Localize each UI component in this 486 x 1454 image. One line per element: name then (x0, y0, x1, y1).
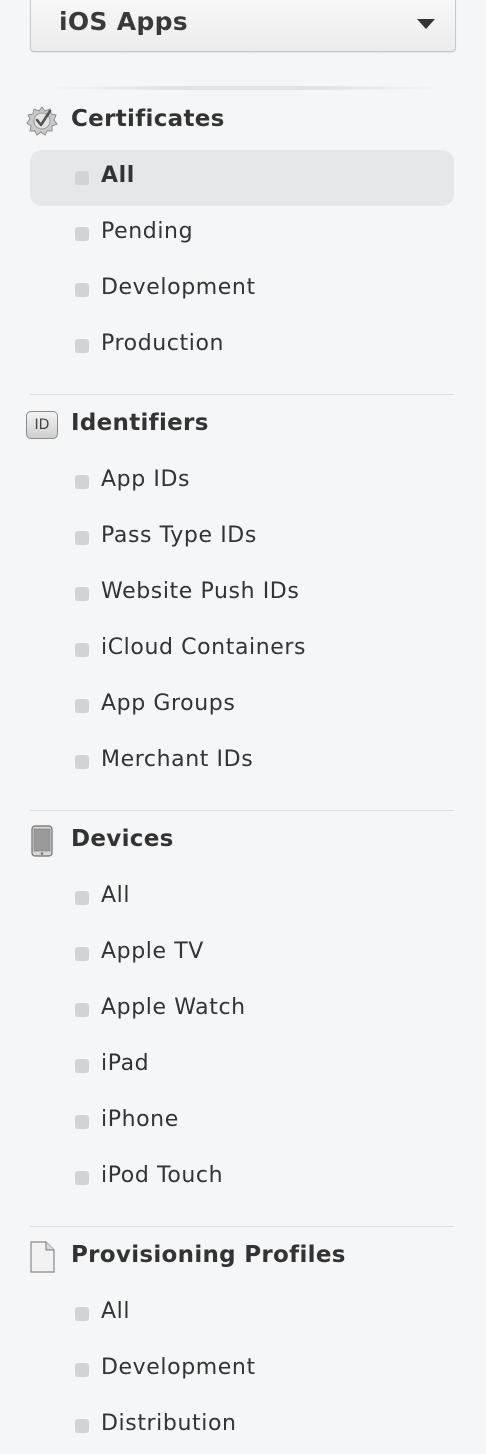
bullet-icon (75, 171, 89, 185)
bullet-icon (75, 755, 89, 769)
devices-item-apple-tv[interactable]: Apple TV (30, 926, 454, 982)
devices-item-apple-watch[interactable]: Apple Watch (30, 982, 454, 1038)
devices-item-ipod-touch[interactable]: iPod Touch (30, 1150, 454, 1206)
certificates-item-production-label: Production (101, 331, 225, 356)
certificates-item-development-label: Development (101, 275, 256, 300)
provisioning-profiles-item-development-label: Development (101, 1355, 256, 1380)
certificates-item-pending-label: Pending (101, 219, 194, 244)
identifiers-item-icloud-containers-label: iCloud Containers (101, 635, 307, 660)
section-header-provisioning-profiles: Provisioning Profiles (0, 1237, 486, 1277)
certificates-item-all-label: All (101, 163, 135, 188)
identifiers-item-app-ids[interactable]: App IDs (30, 454, 454, 510)
section-divider (30, 1226, 454, 1227)
devices-item-iphone[interactable]: iPhone (30, 1094, 454, 1150)
document-icon (26, 1241, 58, 1273)
devices-item-all[interactable]: All (30, 870, 454, 926)
platform-dropdown[interactable]: iOS Apps (30, 0, 456, 52)
bullet-icon (75, 1003, 89, 1017)
identifiers-item-merchant-ids[interactable]: Merchant IDs (30, 734, 454, 790)
identifiers-item-website-push-ids[interactable]: Website Push IDs (30, 566, 454, 622)
section-title-certificates: Certificates (71, 106, 225, 132)
section-title-provisioning-profiles: Provisioning Profiles (71, 1242, 346, 1268)
bullet-icon (75, 643, 89, 657)
certificate-badge-icon (26, 105, 58, 137)
devices-item-all-label: All (101, 883, 131, 908)
bullet-icon (75, 1307, 89, 1321)
provisioning-profiles-item-distribution-label: Distribution (101, 1411, 237, 1436)
identifiers-item-pass-type-ids-label: Pass Type IDs (101, 523, 257, 548)
section-divider (30, 810, 454, 811)
device-icon (26, 825, 58, 857)
provisioning-profiles-item-distribution[interactable]: Distribution (30, 1398, 454, 1454)
id-badge-icon: ID (26, 409, 58, 441)
bullet-icon (75, 947, 89, 961)
bullet-icon (75, 891, 89, 905)
bullet-icon (75, 339, 89, 353)
bullet-icon (75, 227, 89, 241)
platform-dropdown-label: iOS Apps (59, 7, 188, 36)
devices-item-iphone-label: iPhone (101, 1107, 179, 1132)
identifiers-item-app-ids-label: App IDs (101, 467, 191, 492)
id-badge-text: ID (26, 411, 58, 439)
bullet-icon (75, 587, 89, 601)
dropdown-shadow (40, 86, 450, 90)
bullet-icon (75, 531, 89, 545)
devices-item-ipad-label: iPad (101, 1051, 150, 1076)
provisioning-profiles-item-all-label: All (101, 1299, 131, 1324)
bullet-icon (75, 475, 89, 489)
bullet-icon (75, 1115, 89, 1129)
certificates-item-all[interactable]: All (30, 150, 454, 206)
section-title-devices: Devices (71, 826, 174, 852)
identifiers-item-pass-type-ids[interactable]: Pass Type IDs (30, 510, 454, 566)
certificates-item-production[interactable]: Production (30, 318, 454, 374)
section-header-devices: Devices (0, 821, 486, 861)
section-header-identifiers: ID Identifiers (0, 405, 486, 445)
section-header-certificates: Certificates (0, 101, 486, 141)
provisioning-profiles-item-development[interactable]: Development (30, 1342, 454, 1398)
bullet-icon (75, 1171, 89, 1185)
identifiers-item-app-groups-label: App Groups (101, 691, 236, 716)
chevron-down-icon (417, 19, 435, 29)
section-divider (30, 394, 454, 395)
devices-item-apple-tv-label: Apple TV (101, 939, 204, 964)
bullet-icon (75, 1059, 89, 1073)
bullet-icon (75, 1419, 89, 1433)
certificates-item-development[interactable]: Development (30, 262, 454, 318)
identifiers-item-website-push-ids-label: Website Push IDs (101, 579, 300, 604)
devices-item-apple-watch-label: Apple Watch (101, 995, 246, 1020)
bullet-icon (75, 283, 89, 297)
provisioning-profiles-item-all[interactable]: All (30, 1286, 454, 1342)
bullet-icon (75, 1363, 89, 1377)
section-title-identifiers: Identifiers (71, 410, 209, 436)
identifiers-item-icloud-containers[interactable]: iCloud Containers (30, 622, 454, 678)
devices-item-ipod-touch-label: iPod Touch (101, 1163, 224, 1188)
identifiers-item-app-groups[interactable]: App Groups (30, 678, 454, 734)
bullet-icon (75, 699, 89, 713)
certificates-item-pending[interactable]: Pending (30, 206, 454, 262)
devices-item-ipad[interactable]: iPad (30, 1038, 454, 1094)
identifiers-item-merchant-ids-label: Merchant IDs (101, 747, 254, 772)
